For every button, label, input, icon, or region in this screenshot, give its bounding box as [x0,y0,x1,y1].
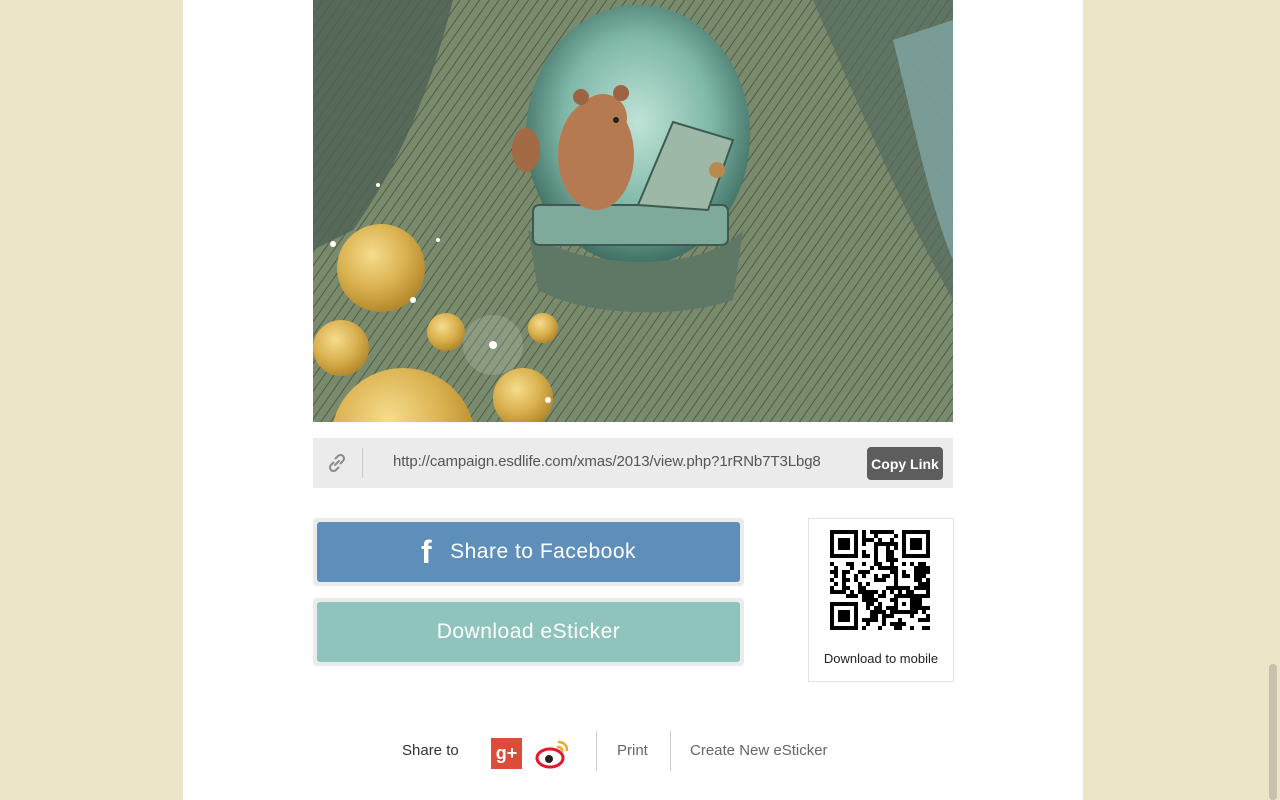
facebook-button-frame: f Share to Facebook [313,518,744,586]
footer-divider [596,731,597,771]
facebook-icon: f [420,534,433,570]
copy-link-button[interactable]: Copy Link [867,447,943,480]
share-link-bar: http://campaign.esdlife.com/xmas/2013/vi… [313,438,953,488]
esticker-illustration [313,0,953,422]
link-icon [328,453,346,473]
download-esticker-button[interactable]: Download eSticker [317,602,740,662]
share-url-text[interactable]: http://campaign.esdlife.com/xmas/2013/vi… [393,453,853,470]
qr-code [830,530,930,630]
create-new-esticker-link[interactable]: Create New eSticker [690,742,828,759]
print-link[interactable]: Print [617,742,648,759]
google-plus-icon[interactable]: g+ [491,738,522,769]
download-esticker-label: Download eSticker [436,620,621,643]
download-button-frame: Download eSticker [313,598,744,666]
qr-download-box: Download to mobile [808,518,954,682]
share-facebook-button[interactable]: f Share to Facebook [317,522,740,582]
link-divider [362,448,363,478]
share-to-label: Share to [402,742,459,759]
scrollbar-thumb[interactable] [1269,664,1277,800]
share-facebook-label: Share to Facebook [450,540,637,563]
weibo-icon[interactable] [535,737,571,769]
qr-caption: Download to mobile [823,651,939,666]
footer-divider [670,731,671,771]
